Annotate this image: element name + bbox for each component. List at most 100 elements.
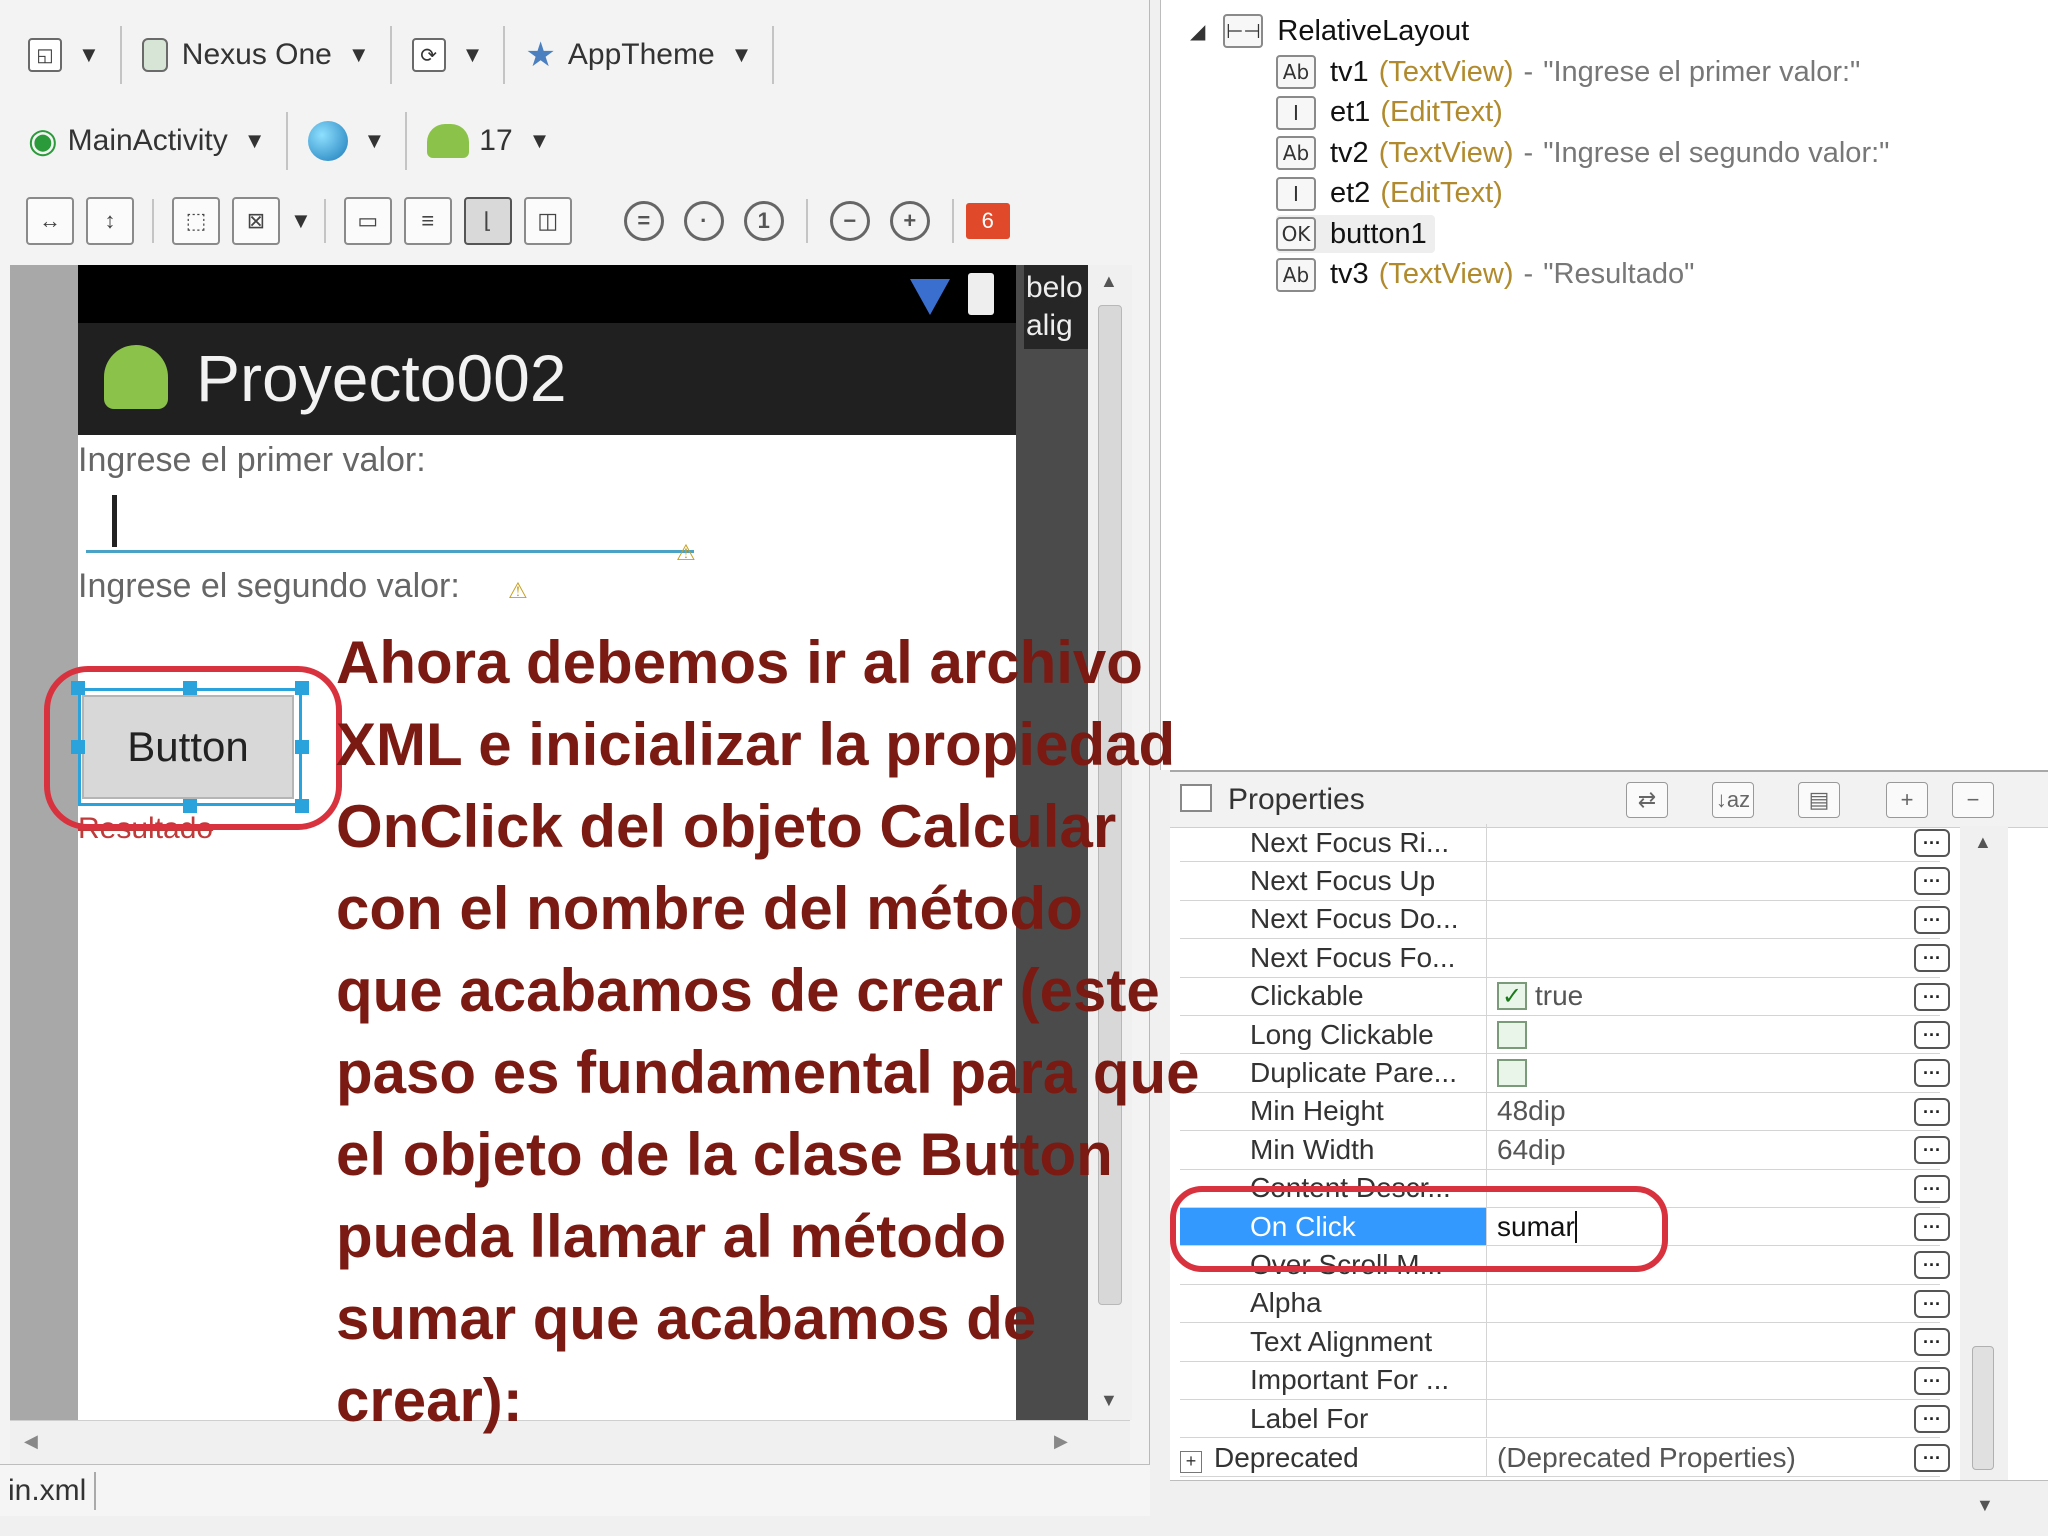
orientation-dropdown[interactable]: ⟳ ▼ xyxy=(404,25,492,85)
tree-row-tv3[interactable]: Ab tv3 (TextView) - "Resultado" xyxy=(1276,256,1694,294)
toggle-fill-width-icon[interactable]: ↔ xyxy=(26,197,74,245)
expand-all-icon[interactable]: + xyxy=(1886,782,1928,818)
zoom-100-icon[interactable]: 1 xyxy=(743,201,784,241)
ellipsis-button[interactable]: ··· xyxy=(1914,1405,1950,1433)
property-value[interactable]: 64dip xyxy=(1486,1131,1906,1169)
scroll-up-icon[interactable]: ▲ xyxy=(1100,271,1118,292)
property-value[interactable]: 48dip xyxy=(1486,1092,1906,1131)
device-dropdown[interactable]: Nexus One ▼ xyxy=(134,25,378,85)
center-vertical-icon[interactable]: ≡ xyxy=(403,197,452,245)
property-value[interactable] xyxy=(1486,1016,1906,1054)
checkbox[interactable] xyxy=(1497,1059,1527,1088)
property-value-text: 64dip xyxy=(1497,1133,1566,1165)
property-value[interactable] xyxy=(1486,939,1906,977)
property-value[interactable]: ✓ true xyxy=(1486,977,1906,1015)
chevron-down-icon[interactable]: ▼ xyxy=(290,208,312,234)
property-value[interactable] xyxy=(1486,1323,1906,1361)
ellipsis-button[interactable]: ··· xyxy=(1914,1097,1950,1126)
tree-item-type: (TextView) xyxy=(1378,258,1514,290)
ellipsis-button[interactable]: ··· xyxy=(1914,1366,1950,1395)
scroll-left-icon[interactable]: ◀ xyxy=(24,1431,38,1452)
align-baseline-icon[interactable]: ▭ xyxy=(343,197,392,245)
ellipsis-button[interactable]: ··· xyxy=(1914,1021,1950,1049)
layout-mode-icon[interactable]: ⌊ xyxy=(463,197,512,245)
textview-icon: Ab xyxy=(1276,55,1316,89)
property-value[interactable] xyxy=(1486,1054,1906,1092)
ellipsis-button[interactable]: ··· xyxy=(1914,944,1950,973)
toggle-fill-height-icon[interactable]: ↕ xyxy=(86,197,134,245)
text-cursor xyxy=(112,495,117,547)
ellipsis-button[interactable]: ··· xyxy=(1914,982,1950,1011)
tv2-preview[interactable]: Ingrese el segundo valor: xyxy=(78,566,460,606)
property-row-deprecated[interactable]: + Deprecated (Deprecated Properties) xyxy=(1180,1439,1940,1478)
zoom-in-icon[interactable]: + xyxy=(889,201,930,241)
phone-icon xyxy=(141,38,168,72)
tree-item-dash: - xyxy=(1523,136,1534,169)
locale-dropdown[interactable]: ▼ xyxy=(300,111,394,171)
show-advanced-icon[interactable]: ⇄ xyxy=(1626,782,1668,818)
tv1-preview[interactable]: Ingrese el primer valor: xyxy=(78,440,426,480)
ellipsis-button[interactable]: ··· xyxy=(1914,1289,1950,1318)
zoom-fit-icon[interactable]: = xyxy=(623,201,664,241)
tooltip-line: belo xyxy=(1026,271,1083,304)
checkbox[interactable] xyxy=(1497,1020,1527,1049)
ellipsis-button[interactable]: ··· xyxy=(1914,905,1950,934)
show-default-icon[interactable]: ▤ xyxy=(1798,782,1840,818)
collapse-all-icon[interactable]: − xyxy=(1952,782,1994,818)
device-status-bar xyxy=(78,265,1016,323)
tree-item-dash: - xyxy=(1523,55,1534,88)
property-value[interactable] xyxy=(1486,1400,1906,1438)
chevron-down-icon: ▼ xyxy=(78,42,100,67)
tree-root-label: RelativeLayout xyxy=(1277,14,1470,47)
tree-item-type: (TextView) xyxy=(1378,136,1514,169)
tree-row-tv2[interactable]: Ab tv2 (TextView) - "Ingrese el segundo valo… xyxy=(1276,134,1889,172)
ellipsis-button[interactable]: ··· xyxy=(1914,1328,1950,1357)
ellipsis-button[interactable]: ··· xyxy=(1914,1251,1950,1280)
property-value[interactable] xyxy=(1486,1361,1906,1399)
tree-item-name: et2 xyxy=(1330,177,1371,209)
ellipsis-button[interactable]: ··· xyxy=(1914,1174,1950,1203)
layout-config-dropdown[interactable]: ◱ ▼ xyxy=(20,25,108,85)
property-value[interactable] xyxy=(1486,900,1906,939)
ellipsis-button[interactable]: ··· xyxy=(1914,1136,1950,1165)
tree-row-button1[interactable]: OK button1 xyxy=(1276,215,1435,253)
sort-alpha-icon[interactable]: ↓az xyxy=(1712,782,1754,818)
warning-icon: ⚠ xyxy=(508,578,528,603)
zoom-real-icon[interactable]: · xyxy=(683,201,724,241)
relative-layout-icon: ⊢⊣ xyxy=(1223,14,1264,48)
scroll-up-icon[interactable]: ▲ xyxy=(1974,832,1992,853)
distribute-icon[interactable]: ⊠ xyxy=(232,197,280,245)
et1-preview-underline[interactable] xyxy=(86,550,694,553)
property-value[interactable] xyxy=(1486,1284,1906,1323)
tree-item-name: et1 xyxy=(1330,96,1371,128)
tab-main-xml[interactable]: in.xml xyxy=(0,1472,97,1510)
zoom-out-icon[interactable]: − xyxy=(829,201,870,241)
property-value[interactable] xyxy=(1486,824,1906,862)
scroll-thumb[interactable] xyxy=(1972,1346,1994,1470)
caption-line: crear): xyxy=(336,1367,523,1434)
layout-params-icon[interactable]: ◫ xyxy=(523,197,572,245)
tree-row-et2[interactable]: Iet2 (EditText) xyxy=(1276,175,1503,213)
activity-dropdown[interactable]: ◉ MainActivity ▼ xyxy=(20,111,274,171)
scroll-down-icon[interactable]: ▼ xyxy=(1976,1495,1994,1516)
error-badge[interactable]: 6 xyxy=(965,203,1010,239)
ellipsis-button[interactable]: ··· xyxy=(1914,1213,1950,1241)
expand-plus-icon[interactable]: + xyxy=(1180,1450,1202,1473)
expand-triangle-icon[interactable]: ◢ xyxy=(1190,19,1205,44)
property-name: + Deprecated xyxy=(1180,1442,1486,1474)
ellipsis-button[interactable]: ··· xyxy=(1914,1059,1950,1088)
margins-icon[interactable]: ⬚ xyxy=(172,197,220,245)
tree-row-tv1[interactable]: Ab tv1 (TextView) - "Ingrese el primer valor… xyxy=(1276,53,1860,91)
caption-line: pueda llamar al método xyxy=(336,1203,1007,1270)
tree-row-root[interactable]: ◢ ⊢⊣ RelativeLayout xyxy=(1190,12,1469,50)
ellipsis-button[interactable]: ··· xyxy=(1914,867,1950,896)
ellipsis-button[interactable]: ··· xyxy=(1914,829,1950,857)
theme-label: AppTheme xyxy=(567,38,715,71)
properties-vertical-scrollbar[interactable]: ▲ xyxy=(1960,826,2008,1496)
theme-dropdown[interactable]: ★ AppTheme ▼ xyxy=(517,25,760,85)
api-level-dropdown[interactable]: 17 ▼ xyxy=(419,111,558,171)
checkbox[interactable]: ✓ xyxy=(1497,982,1527,1011)
tree-row-et1[interactable]: Iet1 (EditText) xyxy=(1276,94,1503,132)
button-icon: OK xyxy=(1276,217,1316,251)
property-value[interactable] xyxy=(1486,862,1906,900)
